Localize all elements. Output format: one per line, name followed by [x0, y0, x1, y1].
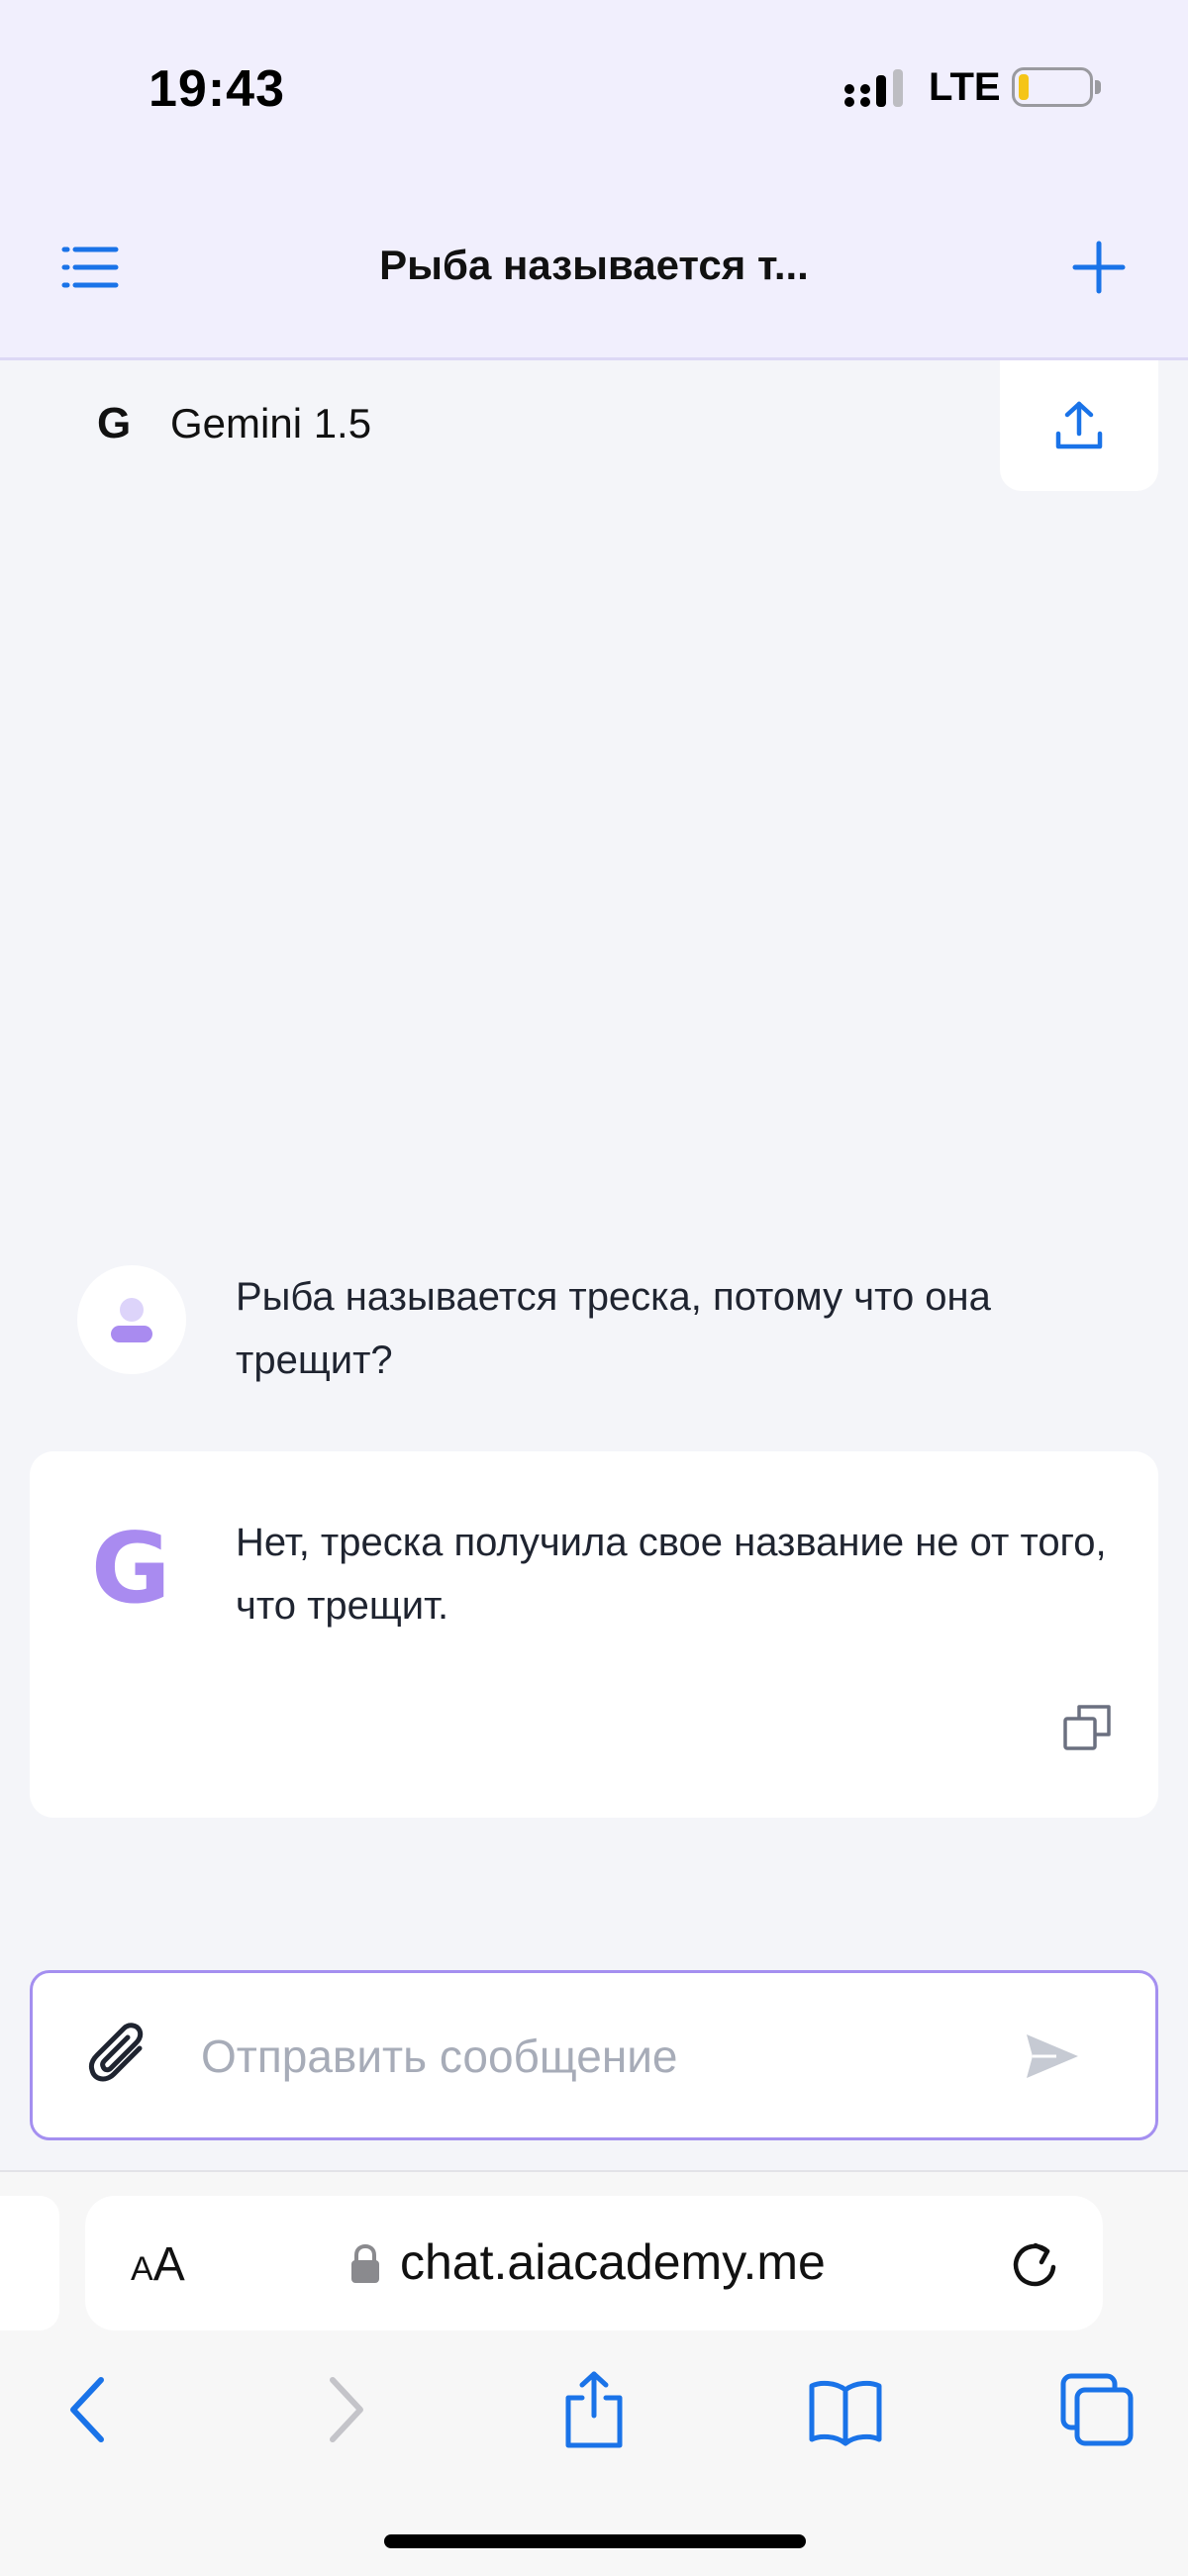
previous-tab[interactable] — [0, 2196, 59, 2330]
message-composer — [30, 1970, 1158, 2140]
paperclip-icon[interactable] — [84, 2019, 153, 2092]
model-selector[interactable]: G Gemini 1.5 — [97, 394, 371, 453]
text-size-button[interactable]: AA — [131, 2237, 185, 2292]
gemini-logo-icon: G — [91, 1513, 171, 1626]
bookmarks-icon[interactable] — [806, 2370, 885, 2449]
back-icon[interactable] — [50, 2370, 129, 2449]
page-title: Рыба называется т... — [379, 242, 809, 288]
plus-icon[interactable] — [1069, 238, 1129, 297]
share-button[interactable] — [1000, 360, 1158, 491]
text-size-small-a: A — [131, 2250, 153, 2288]
copy-icon[interactable] — [1059, 1699, 1119, 1758]
status-time: 19:43 — [148, 60, 285, 118]
send-icon[interactable] — [1023, 2031, 1082, 2082]
text-size-big-a: A — [152, 2238, 185, 2291]
signal-icon — [844, 69, 903, 107]
model-name: Gemini 1.5 — [170, 400, 372, 446]
home-indicator — [384, 2534, 806, 2548]
assistant-message: G Нет, треска получила свое название не … — [30, 1451, 1158, 1818]
user-avatar — [77, 1265, 186, 1374]
reload-icon[interactable] — [1008, 2237, 1061, 2291]
list-menu-icon[interactable] — [61, 246, 119, 289]
battery-tip — [1095, 80, 1101, 94]
upload-icon — [1055, 401, 1103, 449]
tabs-icon[interactable] — [1057, 2370, 1137, 2449]
message-input[interactable] — [201, 2015, 993, 2098]
forward-icon[interactable] — [305, 2370, 384, 2449]
lock-icon — [351, 2243, 379, 2283]
assistant-message-text: Нет, треска получила свое название не от… — [236, 1521, 1107, 1628]
gemini-logo-icon: G — [97, 399, 132, 447]
user-icon — [111, 1298, 152, 1342]
battery-icon — [1012, 67, 1093, 107]
network-type: LTE — [929, 65, 1001, 109]
share-icon[interactable] — [554, 2370, 634, 2449]
url-text[interactable]: chat.aiacademy.me — [400, 2233, 826, 2291]
user-message-text: Рыба называется треска, потому что она т… — [236, 1275, 991, 1382]
